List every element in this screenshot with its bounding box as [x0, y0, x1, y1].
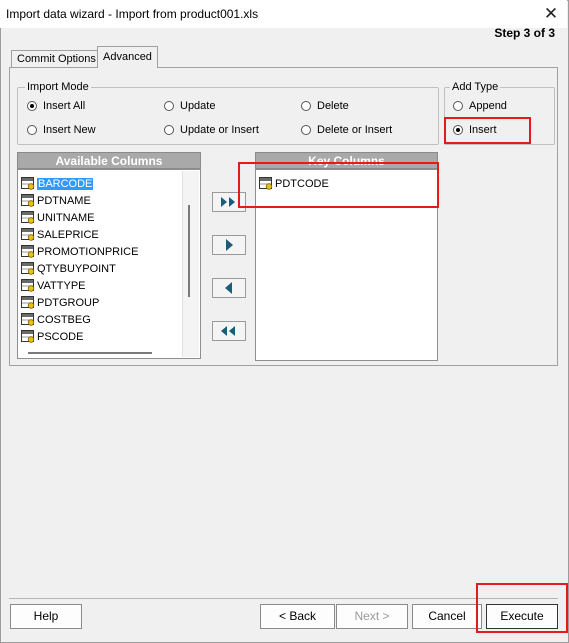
move-all-right-button[interactable] — [212, 192, 246, 212]
radio-update-dot — [164, 101, 174, 111]
radio-insert-all-label: Insert All — [43, 100, 86, 112]
available-column-item[interactable]: COSTBEG — [19, 311, 182, 328]
radio-insert-all-dot — [27, 101, 37, 111]
key-columns-header: Key Columns — [255, 152, 438, 169]
radio-delete-or-insert-dot — [301, 125, 311, 135]
column-icon — [21, 177, 35, 190]
radio-update-or-insert-label: Update or Insert — [180, 124, 259, 136]
key-column-item[interactable]: PDTCODE — [257, 175, 435, 192]
next-button[interactable]: Next > — [336, 604, 408, 629]
available-column-item[interactable]: PROMOTIONPRICE — [19, 243, 182, 260]
available-column-item[interactable]: PSCODE — [19, 328, 182, 345]
footer-separator — [9, 598, 558, 599]
radio-delete[interactable]: Delete — [301, 100, 349, 112]
radio-insert-new-label: Insert New — [43, 124, 96, 136]
available-column-item[interactable]: BARCODE — [19, 175, 182, 192]
execute-label: Execute — [500, 609, 544, 623]
next-label: Next > — [354, 609, 390, 623]
radio-delete-or-insert-label: Delete or Insert — [317, 124, 393, 136]
add-type-group — [444, 87, 555, 145]
available-column-item[interactable]: SALEPRICE — [19, 226, 182, 243]
execute-button[interactable]: Execute — [486, 604, 558, 629]
available-columns-list[interactable]: BARCODE PDTNAME UNITNAME SALEPRICE PROMOTION… — [17, 169, 201, 359]
double-right-arrow-icon — [221, 197, 235, 207]
available-column-item-label: UNITNAME — [37, 211, 95, 224]
radio-update[interactable]: Update — [164, 100, 215, 112]
column-icon — [21, 211, 35, 224]
tab-advanced[interactable]: Advanced — [97, 46, 158, 68]
move-left-button[interactable] — [212, 278, 246, 298]
column-icon — [21, 228, 35, 241]
radio-insert-new[interactable]: Insert New — [27, 124, 96, 136]
available-column-item-label: PDTGROUP — [37, 296, 100, 309]
available-column-item-label: PROMOTIONPRICE — [37, 245, 139, 258]
radio-delete-dot — [301, 101, 311, 111]
window-title: Import data wizard - Import from product… — [6, 7, 259, 21]
available-column-item[interactable]: PDTNAME — [19, 192, 182, 209]
radio-append-label: Append — [469, 100, 507, 112]
column-icon — [21, 279, 35, 292]
radio-update-label: Update — [180, 100, 216, 112]
radio-append[interactable]: Append — [453, 100, 507, 112]
cancel-button[interactable]: Cancel — [412, 604, 482, 629]
step-indicator: Step 3 of 3 — [494, 26, 555, 40]
back-button[interactable]: < Back — [260, 604, 335, 629]
double-left-arrow-icon — [221, 326, 235, 336]
column-icon — [21, 194, 35, 207]
vscroll-thumb[interactable] — [188, 205, 190, 297]
key-columns-list[interactable]: PDTCODE — [255, 169, 438, 361]
import-mode-group — [17, 87, 439, 145]
radio-delete-label: Delete — [317, 100, 349, 112]
radio-insert-all[interactable]: Insert All — [27, 100, 85, 112]
column-icon — [21, 245, 35, 258]
cancel-label: Cancel — [428, 609, 466, 623]
radio-delete-or-insert[interactable]: Delete or Insert — [301, 124, 392, 136]
available-columns-vscroll[interactable] — [182, 171, 199, 357]
radio-insert-dot — [453, 125, 463, 135]
tab-commit-options[interactable]: Commit Options — [11, 50, 102, 67]
available-column-item-label: SALEPRICE — [37, 228, 99, 241]
available-column-item-label: PSCODE — [37, 330, 84, 343]
column-icon — [21, 313, 35, 326]
radio-update-or-insert[interactable]: Update or Insert — [164, 124, 259, 136]
available-column-item-label: PDTNAME — [37, 194, 91, 207]
available-column-item-label: BARCODE — [37, 177, 94, 190]
radio-insert[interactable]: Insert — [453, 124, 497, 136]
available-column-item-label: COSTBEG — [37, 313, 91, 326]
back-label: < Back — [278, 609, 317, 623]
add-type-label: Add Type — [450, 81, 501, 93]
radio-update-or-insert-dot — [164, 125, 174, 135]
help-label: Help — [33, 609, 59, 623]
close-icon[interactable]: ✕ — [540, 3, 562, 25]
right-arrow-icon — [226, 239, 233, 251]
available-column-item[interactable]: VATTYPE — [19, 277, 182, 294]
help-button[interactable]: Help — [10, 604, 82, 629]
radio-insert-new-dot — [27, 125, 37, 135]
available-column-item[interactable]: QTYBUYPOINT — [19, 260, 182, 277]
radio-append-dot — [453, 101, 463, 111]
move-all-left-button[interactable] — [212, 321, 246, 341]
key-column-item-label: PDTCODE — [275, 177, 329, 190]
available-column-item[interactable]: PDTGROUP — [19, 294, 182, 311]
radio-insert-label: Insert — [469, 124, 497, 136]
column-icon — [21, 296, 35, 309]
column-icon — [21, 330, 35, 343]
column-icon — [259, 177, 273, 190]
available-columns-header: Available Columns — [17, 152, 201, 169]
left-arrow-icon — [225, 282, 232, 294]
available-column-item-label: QTYBUYPOINT — [37, 262, 116, 275]
move-right-button[interactable] — [212, 235, 246, 255]
available-column-item-label: VATTYPE — [37, 279, 86, 292]
column-icon — [21, 262, 35, 275]
title-bar: Import data wizard - Import from product… — [0, 0, 567, 28]
import-mode-label: Import Mode — [25, 81, 91, 93]
hscroll-thumb[interactable] — [28, 352, 152, 354]
available-column-item[interactable]: UNITNAME — [19, 209, 182, 226]
